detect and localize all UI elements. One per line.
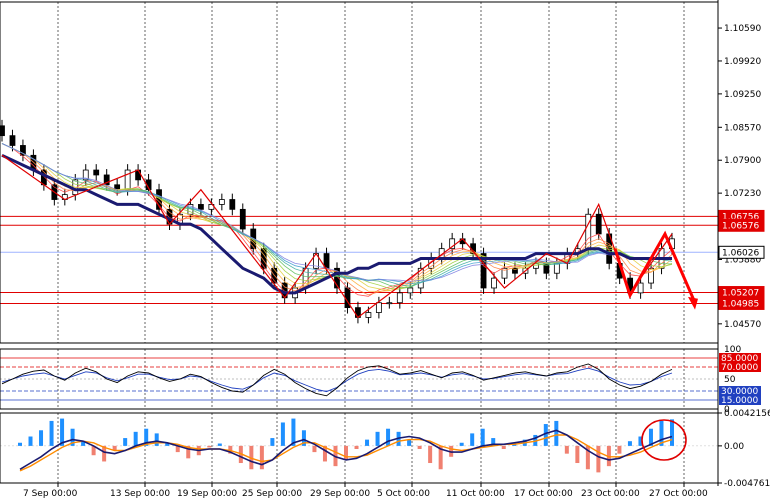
- support-line-2-label: 1.04985: [722, 299, 759, 309]
- macd-histogram-bar: [354, 445, 359, 449]
- candle-body: [595, 213, 602, 235]
- x-tick-label: 19 Sep 00:00: [177, 489, 237, 499]
- macd-histogram-bar: [564, 445, 569, 454]
- macd-histogram-bar: [459, 442, 464, 446]
- macd-histogram-bar: [428, 445, 433, 464]
- candle-body: [239, 208, 246, 230]
- x-tick-label: 11 Oct 00:00: [446, 489, 505, 499]
- macd-tick-label: -0.0047617: [724, 479, 770, 489]
- macd-histogram-bar: [596, 445, 601, 473]
- y-tick-label: 1.04570: [724, 320, 761, 330]
- macd-histogram-bar: [344, 445, 348, 460]
- macd-histogram-bar: [312, 445, 317, 453]
- trading-chart: 7 Sep 00:00 13 Sep 00:00 19 Sep 00:00 25 Se…: [0, 0, 770, 500]
- macd-histogram-bar: [217, 443, 222, 446]
- macd-histogram-bar: [386, 428, 391, 446]
- candle-body: [218, 199, 225, 205]
- x-tick-label: 25 Sep 00:00: [242, 489, 302, 499]
- candle-body: [198, 204, 204, 210]
- macd-histogram-bar: [554, 420, 559, 446]
- macd-histogram-bar: [18, 442, 22, 446]
- macd-histogram-bar: [417, 445, 422, 449]
- macd-histogram-bar: [280, 422, 285, 446]
- candle-body: [9, 135, 16, 146]
- y-tick-label: 1.08570: [724, 123, 761, 133]
- macd-histogram-bar: [259, 445, 264, 470]
- macd-histogram-bar: [543, 424, 548, 446]
- macd-histogram-bar: [407, 439, 412, 446]
- resistance-line-2-label: 1.06576: [722, 221, 759, 231]
- y-tick-label: 1.09250: [724, 90, 761, 100]
- candle-body: [491, 277, 497, 289]
- macd-histogram-bar: [133, 431, 138, 446]
- x-tick-label: 27 Oct 00:00: [649, 489, 708, 499]
- rsi-level-label: 50: [724, 375, 736, 385]
- candle-body: [93, 169, 100, 176]
- macd-histogram-bar: [670, 419, 674, 446]
- current-price-label: 1.06026: [722, 248, 759, 258]
- y-tick-label: 1.10590: [724, 24, 761, 34]
- x-tick-label: 5 Oct 00:00: [377, 489, 430, 499]
- macd-histogram-bar: [207, 445, 212, 448]
- x-tick-label: 29 Sep 00:00: [310, 489, 370, 499]
- macd-histogram-bar: [617, 445, 622, 454]
- macd-histogram-bar: [480, 428, 485, 446]
- x-tick-label: 23 Oct 00:00: [581, 489, 640, 499]
- candle-body: [135, 169, 141, 181]
- candle-body: [386, 302, 393, 305]
- macd-histogram-bar: [501, 445, 506, 449]
- chart-svg: 7 Sep 00:00 13 Sep 00:00 19 Sep 00:00 25 Se…: [0, 0, 770, 500]
- macd-histogram-bar: [154, 433, 159, 446]
- macd-histogram-bar: [270, 438, 275, 446]
- macd-histogram-bar: [627, 441, 632, 446]
- macd-tick-label: 0.0042156: [724, 409, 770, 419]
- macd-histogram-bar: [49, 420, 54, 446]
- candle-body: [365, 312, 372, 318]
- macd-histogram-bar: [123, 438, 128, 446]
- candle-body: [585, 213, 592, 250]
- macd-histogram-bar: [375, 431, 380, 446]
- candle-body: [407, 287, 414, 294]
- x-tick-label: 7 Sep 00:00: [23, 489, 78, 499]
- macd-tick-label: 0.00: [724, 442, 744, 452]
- y-tick-label: 1.09920: [724, 57, 761, 67]
- x-tick-label: 17 Oct 00:00: [514, 489, 573, 499]
- y-tick-label: 1.07230: [724, 189, 761, 199]
- macd-histogram-bar: [470, 433, 475, 446]
- candle-body: [229, 199, 236, 210]
- candle-body: [375, 302, 382, 313]
- candle-body: [396, 292, 403, 304]
- macd-histogram-bar: [575, 445, 580, 464]
- candle-body: [0, 125, 5, 137]
- macd-histogram-bar: [39, 430, 44, 446]
- candle-body: [637, 282, 644, 294]
- macd-histogram-bar: [365, 439, 370, 446]
- x-tick-label: 13 Sep 00:00: [110, 489, 170, 499]
- y-tick-label: 1.07900: [724, 156, 761, 166]
- macd-histogram-bar: [28, 436, 33, 446]
- rsi-level-label: 70.0000: [721, 363, 758, 373]
